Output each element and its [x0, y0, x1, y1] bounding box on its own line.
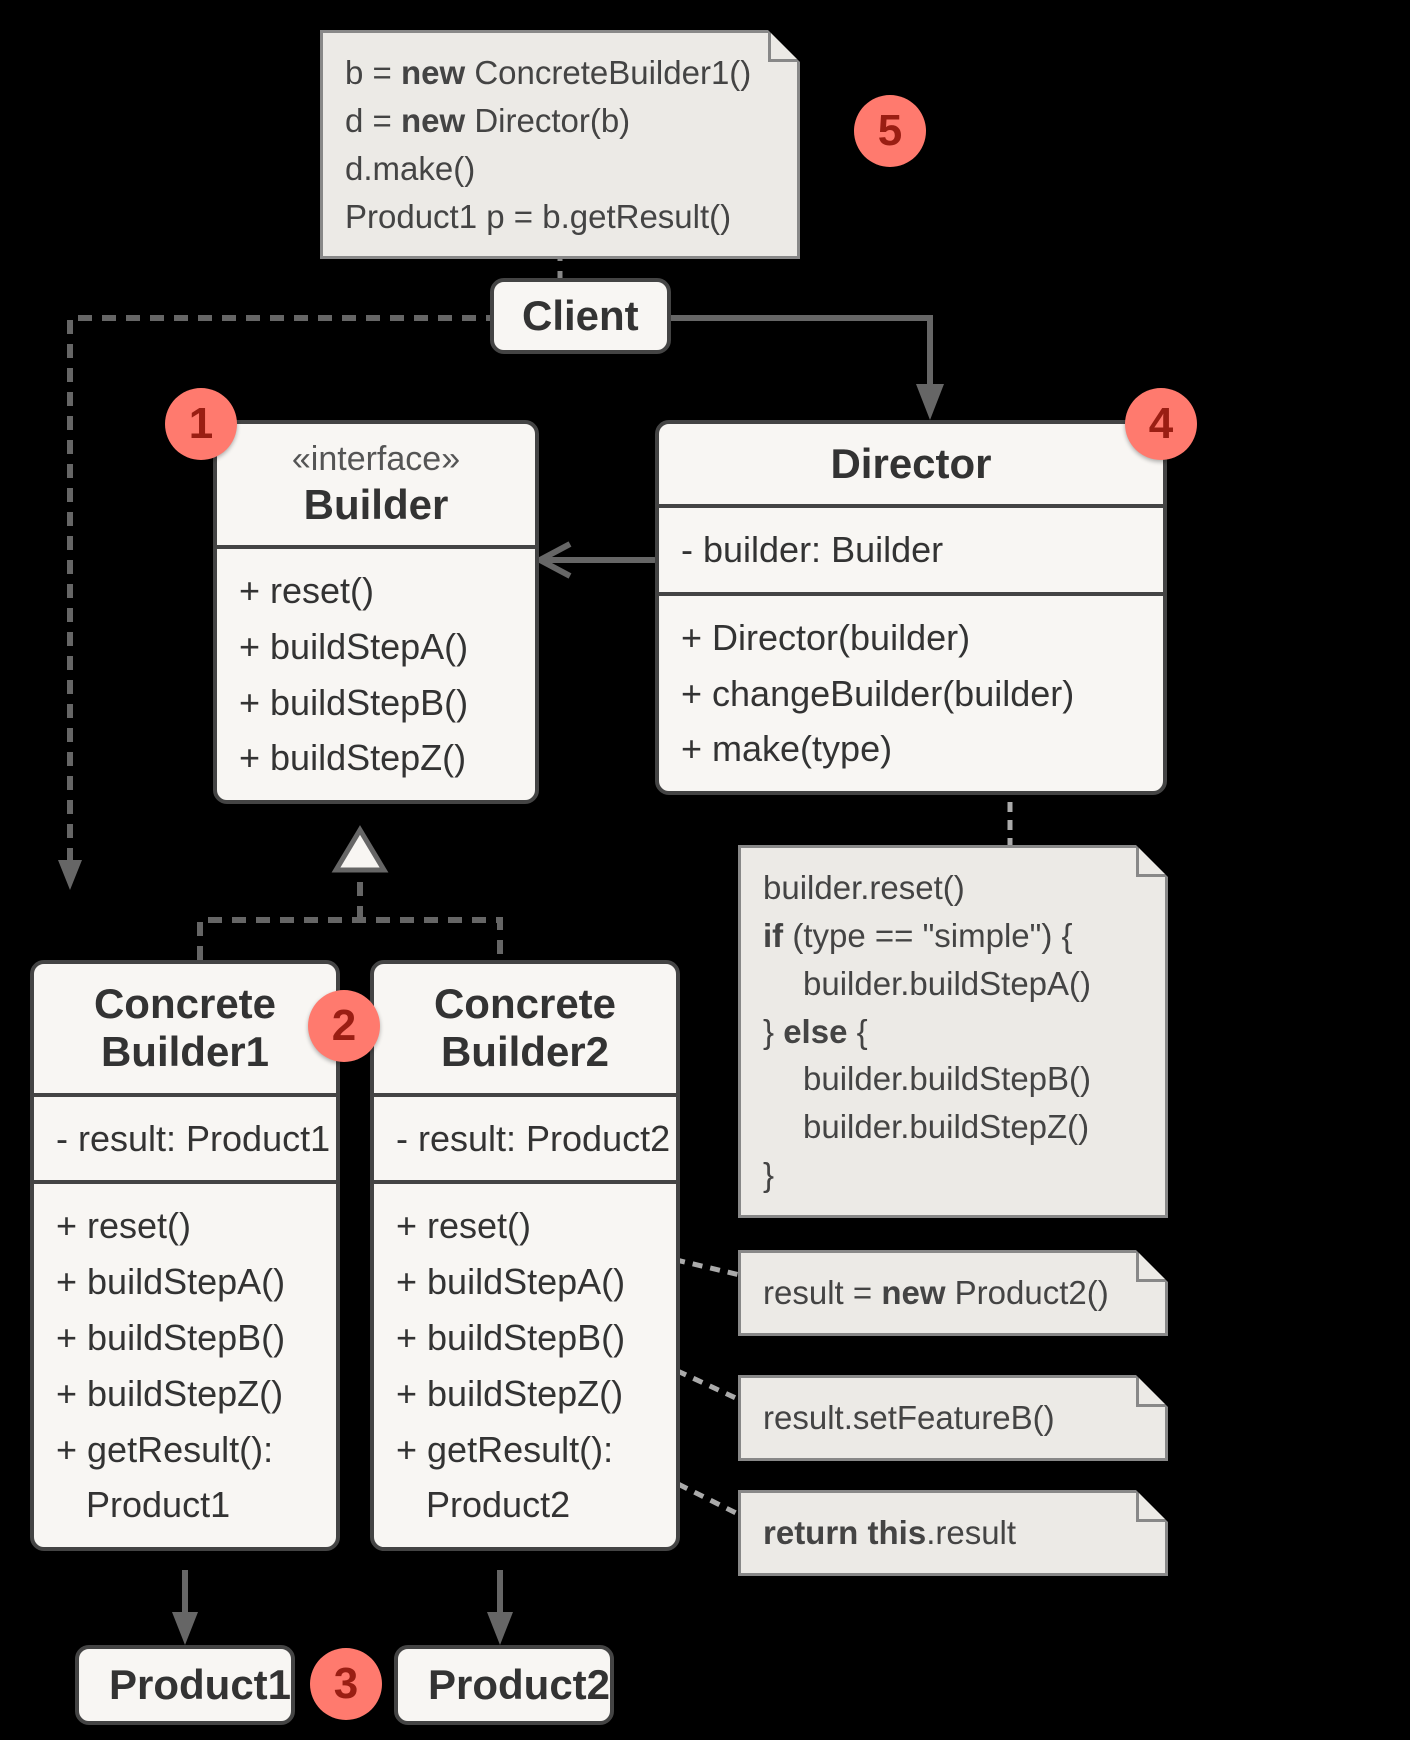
- note-client-code: b = new ConcreteBuilder1() d = new Direc…: [320, 30, 800, 259]
- note-fold-icon: [1136, 1490, 1168, 1522]
- interface-builder: «interface» Builder + reset() + buildSte…: [213, 420, 539, 804]
- cb1-title: ConcreteBuilder1: [34, 964, 336, 1097]
- badge-2: 2: [308, 990, 380, 1062]
- director-title: Director: [659, 424, 1163, 508]
- note-fold-icon: [768, 30, 800, 62]
- badge-5: 5: [854, 95, 926, 167]
- builder-methods: + reset() + buildStepA() + buildStepB() …: [217, 549, 535, 800]
- class-concrete-builder2: ConcreteBuilder2 - result: Product2 + re…: [370, 960, 680, 1551]
- badge-3: 3: [310, 1648, 382, 1720]
- class-concrete-builder1: ConcreteBuilder1 - result: Product1 + re…: [30, 960, 340, 1551]
- note-getresult: return this.result: [738, 1490, 1168, 1576]
- badge-4: 4: [1125, 388, 1197, 460]
- note-fold-icon: [1136, 1250, 1168, 1282]
- builder-title: «interface» Builder: [217, 424, 535, 549]
- class-director: Director - builder: Builder + Director(b…: [655, 420, 1167, 795]
- cb2-title: ConcreteBuilder2: [374, 964, 676, 1097]
- class-product2: Product2: [394, 1645, 614, 1725]
- director-methods: + Director(builder) + changeBuilder(buil…: [659, 596, 1163, 791]
- director-fields: - builder: Builder: [659, 508, 1163, 596]
- cb1-fields: - result: Product1: [34, 1097, 336, 1185]
- badge-1: 1: [165, 388, 237, 460]
- class-product1: Product1: [75, 1645, 295, 1725]
- class-client: Client: [490, 278, 671, 354]
- cb2-fields: - result: Product2: [374, 1097, 676, 1185]
- cb1-methods: + reset() + buildStepA() + buildStepB() …: [34, 1184, 336, 1547]
- note-make-body: builder.reset() if (type == "simple") { …: [738, 845, 1168, 1218]
- note-stepb: result.setFeatureB(): [738, 1375, 1168, 1461]
- note-fold-icon: [1136, 1375, 1168, 1407]
- cb2-methods: + reset() + buildStepA() + buildStepB() …: [374, 1184, 676, 1547]
- note-reset: result = new Product2(): [738, 1250, 1168, 1336]
- note-fold-icon: [1136, 845, 1168, 877]
